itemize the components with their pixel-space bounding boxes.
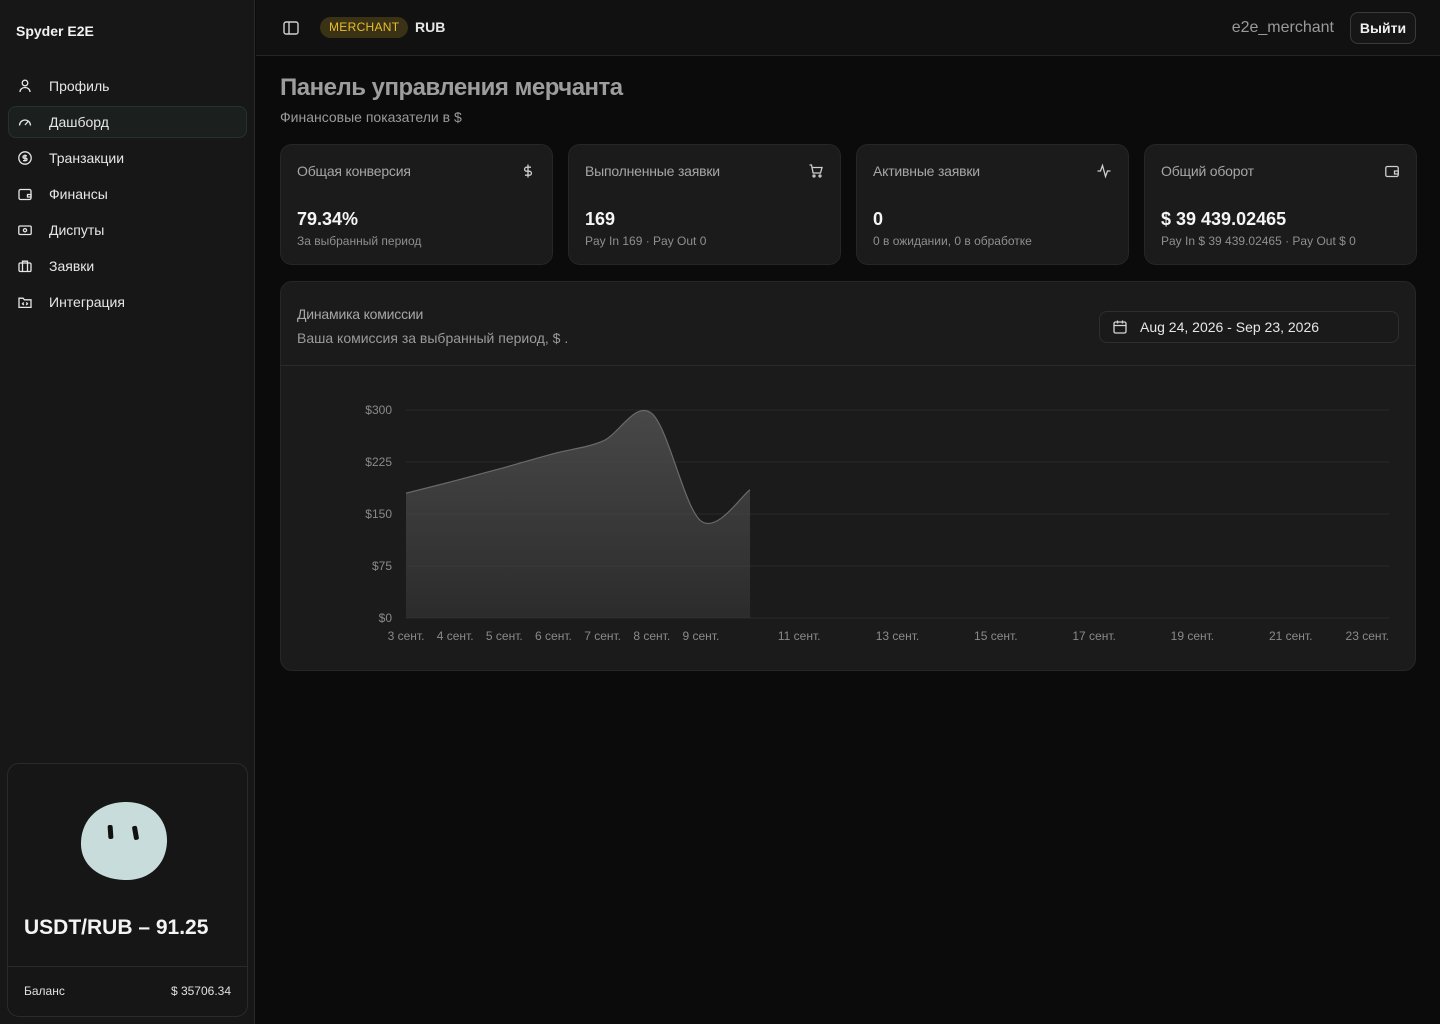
sidebar-toggle-icon[interactable] (282, 19, 300, 37)
stat-subtext: 0 в ожидании, 0 в обработке (873, 234, 1032, 248)
x-tick-label: 7 сент. (584, 629, 621, 643)
x-tick-label: 11 сент. (778, 629, 821, 643)
stat-title: Активные заявки (873, 163, 980, 179)
role-badge: MERCHANT (320, 17, 409, 38)
balance-label: Баланс (24, 984, 65, 998)
sidebar-item-label: Транзакции (49, 150, 125, 166)
username: e2e_merchant (1231, 19, 1334, 36)
dollar-circle-icon (17, 150, 33, 166)
stat-card-active: Активные заявки 0 0 в ожидании, 0 в обра… (856, 144, 1129, 265)
stat-subtext: Pay In $ 39 439.02465 · Pay Out $ 0 (1161, 234, 1356, 248)
stat-title: Общая конверсия (297, 163, 411, 179)
commission-chart-card: Динамика комиссии Ваша комиссия за выбра… (280, 281, 1416, 671)
sidebar-item-finance[interactable]: Финансы (8, 178, 247, 210)
dollar-icon (520, 163, 536, 179)
x-tick-label: 4 сент. (437, 629, 474, 643)
balance-value: $ 35706.34 (170, 984, 231, 998)
folder-code-icon (17, 294, 33, 310)
brand-name: Spyder E2E (16, 23, 94, 39)
page-title: Панель управления мерчанта (280, 74, 623, 101)
sidebar-item-label: Профиль (49, 78, 110, 94)
rate-card: USDT/RUB – 91.25 Баланс $ 35706.34 (7, 763, 248, 1017)
calendar-icon (1113, 320, 1127, 334)
x-tick-label: 21 сент. (1269, 629, 1312, 643)
briefcase-icon (17, 258, 33, 274)
wallet-icon (1384, 163, 1400, 179)
x-tick-label: 13 сент. (876, 629, 919, 643)
chart-card-title: Динамика комиссии (297, 306, 424, 322)
stat-value: $ 39 439.02465 (1161, 209, 1287, 229)
sidebar-item-label: Диспуты (49, 222, 105, 238)
x-tick-label: 8 сент. (633, 629, 670, 643)
x-tick-label: 5 сент. (486, 629, 523, 643)
sidebar-item-profile[interactable]: Профиль (8, 70, 247, 102)
stat-subtext: Pay In 169 · Pay Out 0 (585, 234, 707, 248)
x-tick-label: 9 сент. (682, 629, 719, 643)
sidebar-item-integration[interactable]: Интеграция (8, 286, 247, 318)
divider (8, 966, 247, 967)
stat-card-conversion: Общая конверсия 79.34% За выбранный пери… (280, 144, 553, 265)
sidebar-item-requests[interactable]: Заявки (8, 250, 247, 282)
sidebar-item-transactions[interactable]: Транзакции (8, 142, 247, 174)
sidebar-item-disputes[interactable]: Диспуты (8, 214, 247, 246)
mascot-illustration (80, 801, 168, 881)
x-tick-label: 17 сент. (1072, 629, 1115, 643)
stat-value: 0 (873, 209, 884, 229)
logout-button[interactable]: Выйти (1350, 12, 1416, 44)
user-icon (17, 78, 33, 94)
sidebar-nav: Профиль Дашборд Транзакции Финансы Диспу… (8, 70, 247, 322)
sidebar-item-label: Интеграция (49, 294, 125, 310)
page-subtitle: Финансовые показатели в $ (280, 109, 462, 125)
cart-icon (808, 163, 824, 179)
y-tick-label: $75 (372, 559, 392, 573)
stat-subtext: За выбранный период (297, 234, 422, 248)
stat-title: Выполненные заявки (585, 163, 720, 179)
exchange-rate: USDT/RUB – 91.25 (24, 916, 209, 939)
stat-card-turnover: Общий оборот $ 39 439.02465 Pay In $ 39 … (1144, 144, 1417, 265)
y-tick-label: $150 (365, 507, 392, 521)
commission-area-chart: $0 $75 $150 $225 $300 3 сент. 4 сент. 5 сент. 6… (365, 403, 1389, 643)
x-tick-label: 23 сент. (1346, 629, 1389, 643)
x-tick-label: 3 сент. (388, 629, 425, 643)
y-tick-label: $225 (365, 455, 392, 469)
date-range-label: Aug 24, 2026 - Sep 23, 2026 (1140, 319, 1320, 335)
ticket-icon (17, 222, 33, 238)
sidebar-item-label: Дашборд (49, 114, 109, 130)
sidebar-item-label: Финансы (49, 186, 108, 202)
sidebar: Spyder E2E Профиль Дашборд Транзакции Фи… (0, 0, 255, 1024)
chart-card-subtitle: Ваша комиссия за выбранный период, $ . (297, 330, 569, 346)
x-tick-label: 19 сент. (1171, 629, 1214, 643)
y-tick-label: $300 (365, 403, 392, 417)
gauge-icon (17, 114, 33, 130)
activity-icon (1096, 163, 1112, 179)
y-tick-label: $0 (379, 611, 393, 625)
currency-label: RUB (415, 19, 446, 35)
sidebar-item-label: Заявки (49, 258, 95, 274)
wallet-icon (17, 186, 33, 202)
x-tick-label: 6 сент. (535, 629, 572, 643)
top-header: MERCHANT RUB e2e_merchant Выйти (256, 0, 1440, 56)
stat-title: Общий оборот (1161, 163, 1254, 179)
stat-card-completed: Выполненные заявки 169 Pay In 169 · Pay … (568, 144, 841, 265)
x-tick-label: 15 сент. (974, 629, 1017, 643)
stat-value: 169 (585, 209, 616, 229)
sidebar-item-dashboard[interactable]: Дашборд (8, 106, 247, 138)
date-range-picker[interactable]: Aug 24, 2026 - Sep 23, 2026 (1099, 311, 1399, 343)
stat-value: 79.34% (297, 209, 359, 229)
